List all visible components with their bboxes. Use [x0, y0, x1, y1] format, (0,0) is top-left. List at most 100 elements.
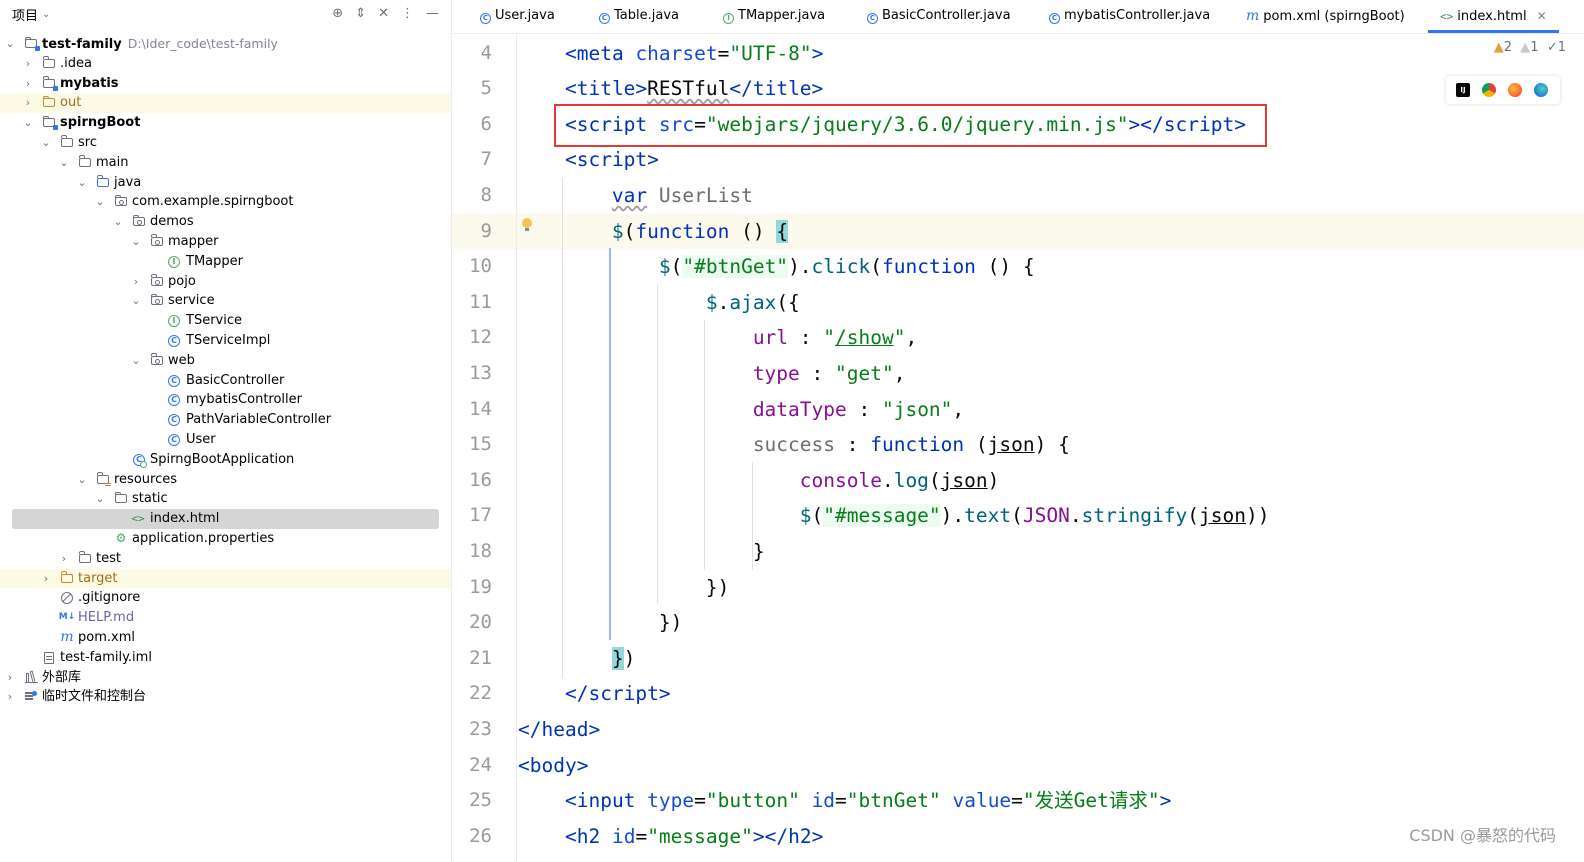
edge-icon[interactable] [1534, 83, 1548, 97]
chevron-down-icon[interactable]: ⌄ [130, 291, 142, 311]
more-options-icon[interactable]: ⋮ [401, 6, 414, 21]
tree-item-label: HELP.md [78, 610, 135, 626]
tab-index-html[interactable]: <> index.html ✕ [1428, 0, 1559, 33]
intellij-icon[interactable]: IJ [1456, 83, 1470, 97]
tree-item-resources[interactable]: ⌄ resources [0, 470, 451, 490]
locate-file-icon[interactable]: ⊕ [332, 6, 343, 21]
tree-item-external-libraries[interactable]: › 外部库 [0, 668, 451, 688]
chevron-right-icon[interactable]: › [22, 93, 34, 113]
tree-item-help-md[interactable]: M↓ HELP.md [0, 608, 451, 628]
chevron-down-icon[interactable]: ⌄ [42, 9, 50, 20]
tree-item-tmapper[interactable]: I TMapper [0, 252, 451, 272]
expand-collapse-icon[interactable]: ⇕ [355, 6, 366, 21]
chevron-down-icon[interactable]: ⌄ [130, 351, 142, 371]
tab-mybatiscontroller-java[interactable]: CmybatisController.java [1049, 0, 1210, 32]
chevron-down-icon[interactable]: ⌄ [112, 212, 124, 232]
tree-item-basiccontroller[interactable]: C BasicController [0, 371, 451, 391]
tree-item-spirngboot[interactable]: ⌄ spirngBoot [0, 113, 451, 133]
minimize-icon[interactable]: — [426, 6, 439, 21]
chevron-down-icon[interactable]: ⌄ [76, 173, 88, 193]
tree-item-demos[interactable]: ⌄ demos [0, 212, 451, 232]
spring-app-class-icon: C [133, 453, 147, 468]
tree-item-index-html[interactable]: <> index.html [0, 509, 451, 529]
tab-label: User.java [495, 8, 555, 23]
tree-item-test-family[interactable]: ⌄ test-family D:\Ider_code\test-family [0, 34, 451, 54]
package-icon [150, 234, 163, 246]
tree-item-web[interactable]: ⌄ web [0, 351, 451, 371]
tree-item-application-properties[interactable]: ⚙ application.properties [0, 529, 451, 549]
folder-icon [114, 491, 127, 504]
tab-label: Table.java [614, 8, 679, 23]
tree-item-tserviceimpl[interactable]: C TServiceImpl [0, 331, 451, 351]
editor-tab-bar: C User.java C Table.java I TMapper.java C Ba… [452, 0, 1584, 34]
tree-item-pom-xml[interactable]: m pom.xml [0, 628, 451, 648]
excluded-folder-icon [42, 95, 55, 108]
project-panel-title[interactable]: 项目 [12, 5, 38, 24]
tree-item-mapper[interactable]: ⌄ mapper [0, 232, 451, 252]
tree-item-mybatis[interactable]: › mybatis [0, 74, 451, 94]
weak-warning-count: 1 [1530, 40, 1539, 55]
tree-item-test[interactable]: › test [0, 549, 451, 569]
tree-item-package[interactable]: ⌄ com.example.spirngboot [0, 192, 451, 212]
code-line-13: type : "get", [752, 362, 906, 385]
tree-item-pathvariablecontroller[interactable]: C PathVariableController [0, 410, 451, 430]
chevron-right-icon[interactable]: › [40, 569, 52, 589]
tree-item-pojo[interactable]: › pojo [0, 272, 451, 292]
tab-user-java[interactable]: C User.java [480, 0, 555, 32]
tree-item-out[interactable]: › out [0, 93, 451, 114]
package-icon [132, 214, 145, 227]
tab-tmapper-java[interactable]: I TMapper.java [723, 0, 825, 32]
chevron-down-icon[interactable]: ⌄ [94, 192, 106, 212]
tree-item-label: TService [186, 313, 242, 329]
tree-item-label: com.example.spirngboot [132, 194, 294, 210]
tree-item-iml[interactable]: test-family.iml [0, 648, 451, 668]
chevron-down-icon[interactable]: ⌄ [4, 34, 16, 54]
tree-item-target[interactable]: › target [0, 568, 451, 589]
class-icon: C [480, 13, 491, 24]
tree-item-label: service [168, 293, 215, 309]
tree-item-main[interactable]: ⌄ main [0, 153, 451, 173]
tree-item-label: SpirngBootApplication [150, 451, 295, 467]
chevron-right-icon[interactable]: › [130, 272, 142, 292]
tab-table-java[interactable]: C Table.java [599, 0, 679, 32]
chevron-down-icon[interactable]: ⌄ [94, 489, 106, 509]
chevron-down-icon[interactable]: ⌄ [22, 113, 34, 133]
chevron-right-icon[interactable]: › [22, 74, 34, 94]
chevron-down-icon[interactable]: ⌄ [76, 470, 88, 490]
tree-item-src[interactable]: ⌄ src [0, 133, 451, 153]
lightbulb-icon[interactable] [522, 218, 532, 232]
tree-item-gitignore[interactable]: .gitignore [0, 588, 451, 608]
chevron-down-icon[interactable]: ⌄ [130, 232, 142, 252]
inspection-widget[interactable]: ▲2 ▲1 ✓1 [1494, 40, 1566, 55]
class-icon: C [168, 374, 180, 387]
chevron-right-icon[interactable]: › [58, 549, 70, 569]
firefox-icon[interactable] [1508, 83, 1522, 97]
line-number: 12 [469, 326, 492, 349]
warning-icon: ▲ [1493, 40, 1504, 55]
tree-item-service[interactable]: ⌄ service [0, 291, 451, 311]
chrome-icon[interactable] [1482, 83, 1496, 97]
tree-item-spirngbootapplication[interactable]: C SpirngBootApplication [0, 450, 451, 470]
tree-item-java[interactable]: ⌄ java [0, 173, 451, 193]
tree-item-mybatiscontroller[interactable]: C mybatisController [0, 390, 451, 410]
code-line-17: $("#message").text(JSON.stringify(json)) [799, 504, 1270, 528]
tree-item-user[interactable]: C User [0, 430, 451, 450]
close-icon[interactable]: ✕ [378, 6, 389, 21]
tree-item-label: application.properties [132, 530, 275, 546]
tree-item-scratches[interactable]: › 临时文件和控制台 [0, 687, 451, 707]
tree-item-static[interactable]: ⌄ static [0, 489, 451, 509]
tree-item-label: TServiceImpl [186, 332, 271, 348]
tab-basiccontroller-java[interactable]: C BasicController.java [867, 0, 1011, 32]
tree-item-idea[interactable]: › .idea [0, 54, 451, 74]
chevron-right-icon[interactable]: › [22, 54, 34, 74]
close-tab-icon[interactable]: ✕ [1537, 9, 1547, 23]
chevron-down-icon[interactable]: ⌄ [40, 133, 52, 153]
tab-pom-xml[interactable]: m pom.xml (spirngBoot) [1246, 0, 1405, 32]
chevron-right-icon[interactable]: › [4, 668, 16, 688]
chevron-down-icon[interactable]: ⌄ [58, 153, 70, 173]
tree-item-label: 外部库 [42, 669, 82, 685]
code-line-7: <script> [564, 148, 659, 172]
code-editor[interactable]: 4 5 6 7 8 9 10 11 12 13 14 15 16 17 18 1… [452, 34, 1584, 862]
chevron-right-icon[interactable]: › [4, 687, 16, 707]
tree-item-tservice[interactable]: I TService [0, 311, 451, 331]
